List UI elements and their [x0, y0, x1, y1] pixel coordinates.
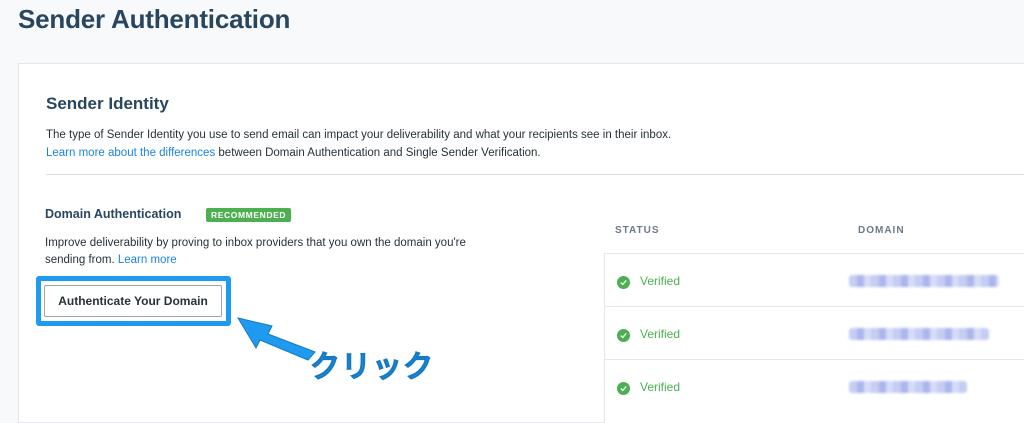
- pointer-arrow-icon: [236, 317, 316, 361]
- learn-more-link[interactable]: Learn more: [118, 254, 177, 266]
- sender-identity-description: The type of Sender Identity you use to s…: [46, 126, 671, 162]
- status-verified: Verified: [640, 327, 681, 341]
- domain-desc-line2: sending from. Learn more: [45, 252, 466, 269]
- domain-auth-title: Domain Authentication: [45, 207, 182, 221]
- domain-desc-line2-text: sending from.: [45, 254, 118, 266]
- recommended-badge: RECOMMENDED: [206, 208, 292, 222]
- page-title: Sender Authentication: [18, 4, 291, 34]
- domain-table: Verified Verified Verified: [604, 253, 1024, 423]
- domain-column-header: DOMAIN: [858, 225, 905, 236]
- redacted-domain: [849, 328, 989, 340]
- redacted-domain: [849, 381, 967, 393]
- status-verified: Verified: [640, 380, 681, 394]
- click-annotation-label: クリック: [310, 350, 434, 386]
- check-circle-icon: [617, 276, 630, 289]
- learn-more-differences-link[interactable]: Learn more about the differences: [46, 147, 215, 159]
- domain-desc-line1: Improve deliverability by proving to inb…: [45, 237, 466, 249]
- section-title: Sender Identity: [46, 94, 169, 113]
- check-circle-icon: [617, 329, 630, 342]
- status-column-header: STATUS: [615, 225, 660, 236]
- check-circle-icon: [617, 382, 630, 395]
- redacted-domain: [849, 275, 999, 287]
- table-row[interactable]: Verified: [605, 306, 1024, 359]
- domain-auth-description: Improve deliverability by proving to inb…: [45, 235, 466, 269]
- table-row[interactable]: Verified: [605, 253, 1024, 306]
- table-row[interactable]: Verified: [605, 359, 1024, 412]
- description-suffix: between Domain Authentication and Single…: [215, 147, 541, 159]
- description-line-2: Learn more about the differences between…: [46, 144, 671, 162]
- divider: [46, 174, 1024, 175]
- authenticate-domain-button[interactable]: Authenticate Your Domain: [44, 285, 222, 317]
- description-text: The type of Sender Identity you use to s…: [46, 129, 672, 141]
- status-verified: Verified: [640, 274, 681, 288]
